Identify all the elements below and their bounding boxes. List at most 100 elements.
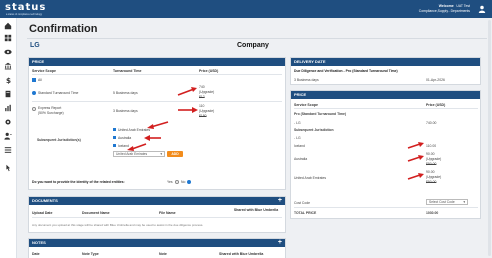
delivery-panel-header: DELIVERY DATE [291,58,480,66]
documents-panel-header: DOCUMENTS + [29,197,285,205]
summary-iceland-price: 110.00 [426,144,437,148]
standard-time: 5 Business days [113,91,138,95]
eye-icon[interactable] [4,48,12,56]
standard-radio[interactable] [32,91,36,95]
annotation-arrow-icon [147,121,169,129]
summary-uae-upgrade: (Upgrade) [426,175,442,179]
welcome-label: Welcome [438,4,454,8]
subsequent-label: Subsequent Jurisdiction(s) [37,138,81,142]
summary-subsequent-label: Subsequent Jurisdiction [294,128,334,132]
doc-col-file-name: File Name [159,211,176,215]
annotation-arrow-icon [177,87,197,96]
book-icon[interactable] [4,90,12,98]
add-document-icon[interactable]: + [278,197,282,205]
express-radio[interactable] [32,107,36,111]
col-price: Price (USD) [199,69,219,73]
notes-title: NOTES [32,240,46,245]
express-surcharge: (50% Surcharge) [38,111,64,115]
summary-price-panel: PRICE Service Scope Price (USD) Pro (Sta… [290,90,481,219]
sidebar: $ [0,18,17,258]
documents-note: Any document you upload at this stage wi… [32,223,204,227]
user-info: Welcome UAT Test Compliance,Supply.. Dep… [419,4,470,13]
home-icon[interactable] [4,22,12,30]
jurisdiction-australia-checkbox[interactable] [113,136,116,139]
all-checkbox[interactable] [32,78,36,82]
summary-product: Pro (Standard Turnaround Time) [294,112,347,116]
related-entities-question: Do you want to provide the identity of t… [32,180,125,184]
client-name: LG [30,42,40,49]
doc-col-document-name: Document Name [82,211,110,215]
summary-australia-old: $90.00 [426,162,437,166]
documents-panel: DOCUMENTS + Upload Date Document Name Fil… [28,196,286,233]
scrollbar[interactable] [488,20,491,256]
title-divider [27,38,487,39]
express-label: Express Report [38,106,62,110]
price-panel: PRICE Service Scope Turnaround Time Pric… [28,57,286,190]
row-divider [32,101,282,102]
no-radio[interactable] [187,179,191,184]
annotation-arrow-icon [407,173,424,180]
summary-juris-iceland: Iceland [294,144,305,148]
price-panel-header: PRICE [29,58,285,66]
list-icon[interactable] [4,146,12,154]
delivery-date: 01-Apr-2026 [426,78,445,82]
annotation-arrow-icon [178,107,198,113]
top-bar: status a status of compliance technology… [0,0,492,18]
no-label: No [181,180,186,184]
brand-tagline: a status of compliance technology [6,12,43,16]
notes-panel-header: NOTES + [29,239,285,247]
summary-col-price: Price (USD) [426,103,446,107]
jurisdiction-uae-checkbox[interactable] [113,128,116,131]
add-jurisdiction-button[interactable]: ADD [167,151,183,157]
summary-divider [294,108,478,109]
note-col-shared: Shared with Blue Umbrella [219,252,264,256]
dollar-icon[interactable]: $ [4,76,12,84]
summary-col-scope: Service Scope [294,103,318,107]
summary-uae-price: 90.00 [426,170,435,174]
yes-label: Yes [167,180,173,184]
express-old-price: $180 [199,114,207,118]
chevron-down-icon: ▾ [463,200,465,204]
pointer-icon[interactable] [4,164,12,172]
summary-juris-uae: United Arab Emirates [294,176,327,180]
note-col-type: Note Type [82,252,99,256]
user-avatar-icon[interactable] [478,5,486,13]
user-add-icon[interactable] [4,132,12,140]
client-type: Company [237,42,269,49]
documents-title: DOCUMENTS [32,198,58,203]
col-turnaround: Turnaround Time [113,69,142,73]
summary-lg-price: 740.00 [426,121,437,125]
notes-panel: NOTES + Date Note Type Note Shared with B… [28,238,286,258]
chart-icon[interactable] [4,104,12,112]
delivery-panel: DELIVERY DATE Due Diligence and Verifica… [290,57,481,85]
doc-divider [32,217,282,218]
annotation-arrow-icon [407,155,424,162]
standard-label: Standard Turnaround Time [38,91,79,95]
brand-logo[interactable]: status [5,2,46,13]
all-label: All [38,78,42,82]
standard-price: 740 [199,85,205,89]
summary-australia-upgrade: (Upgrade) [426,157,442,161]
note-col-date: Date [32,252,40,256]
bank-icon[interactable] [4,62,12,70]
chevron-down-icon: ▾ [160,152,162,156]
add-note-icon[interactable]: + [278,239,282,247]
header-divider [32,74,282,75]
user-name: UAT Test [456,4,470,8]
standard-upgrade: (Upgrade) [199,90,215,94]
express-price: 110 [199,104,205,108]
note-col-note: Note [159,252,167,256]
grid-icon[interactable] [4,34,12,42]
col-service-scope: Service Scope [32,69,56,73]
summary-lg-label: - LG [294,121,301,125]
cost-code-value: Select Cost Code [429,200,455,204]
delivery-days: 3 Business days [294,78,319,82]
gear-icon[interactable] [4,118,12,126]
jurisdiction-iceland-checkbox[interactable] [113,144,116,147]
summary-panel-header: PRICE [291,91,480,99]
cost-code-select[interactable]: Select Cost Code ▾ [426,199,468,205]
total-divider [294,207,478,208]
user-departments[interactable]: Compliance,Supply.. Departments [419,9,470,14]
summary-australia-price: 90.00 [426,152,435,156]
yes-radio[interactable] [175,179,179,184]
